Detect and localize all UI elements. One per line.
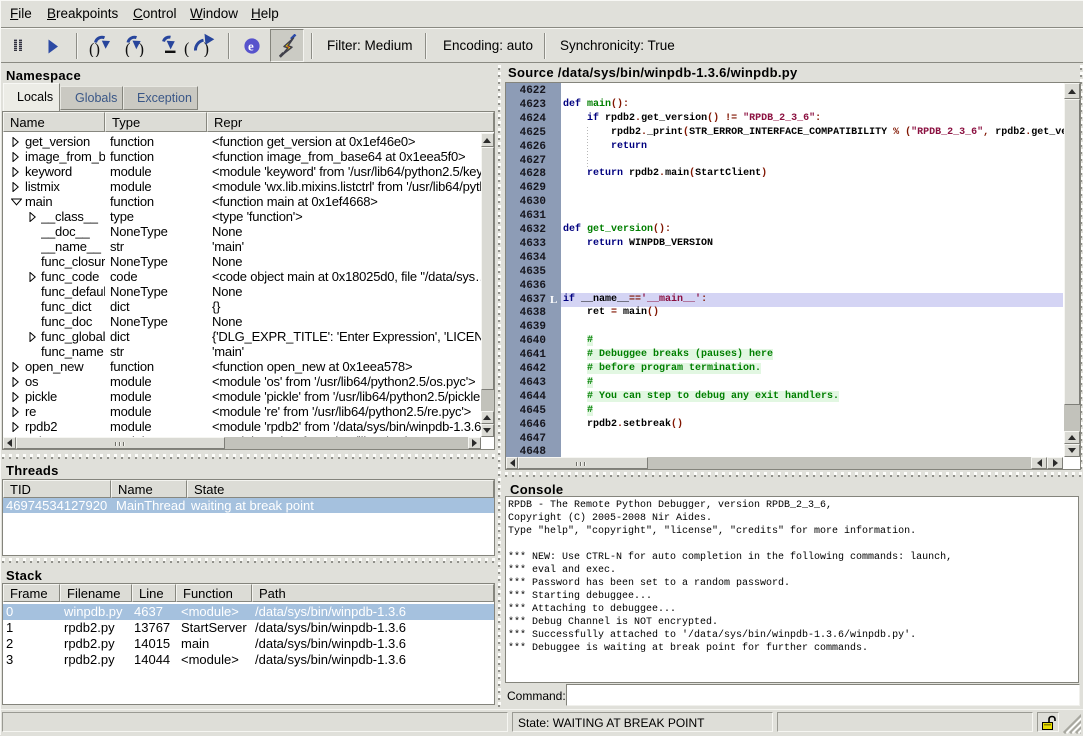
svg-text:(: ( (184, 39, 190, 57)
svg-text:e: e (248, 39, 254, 54)
